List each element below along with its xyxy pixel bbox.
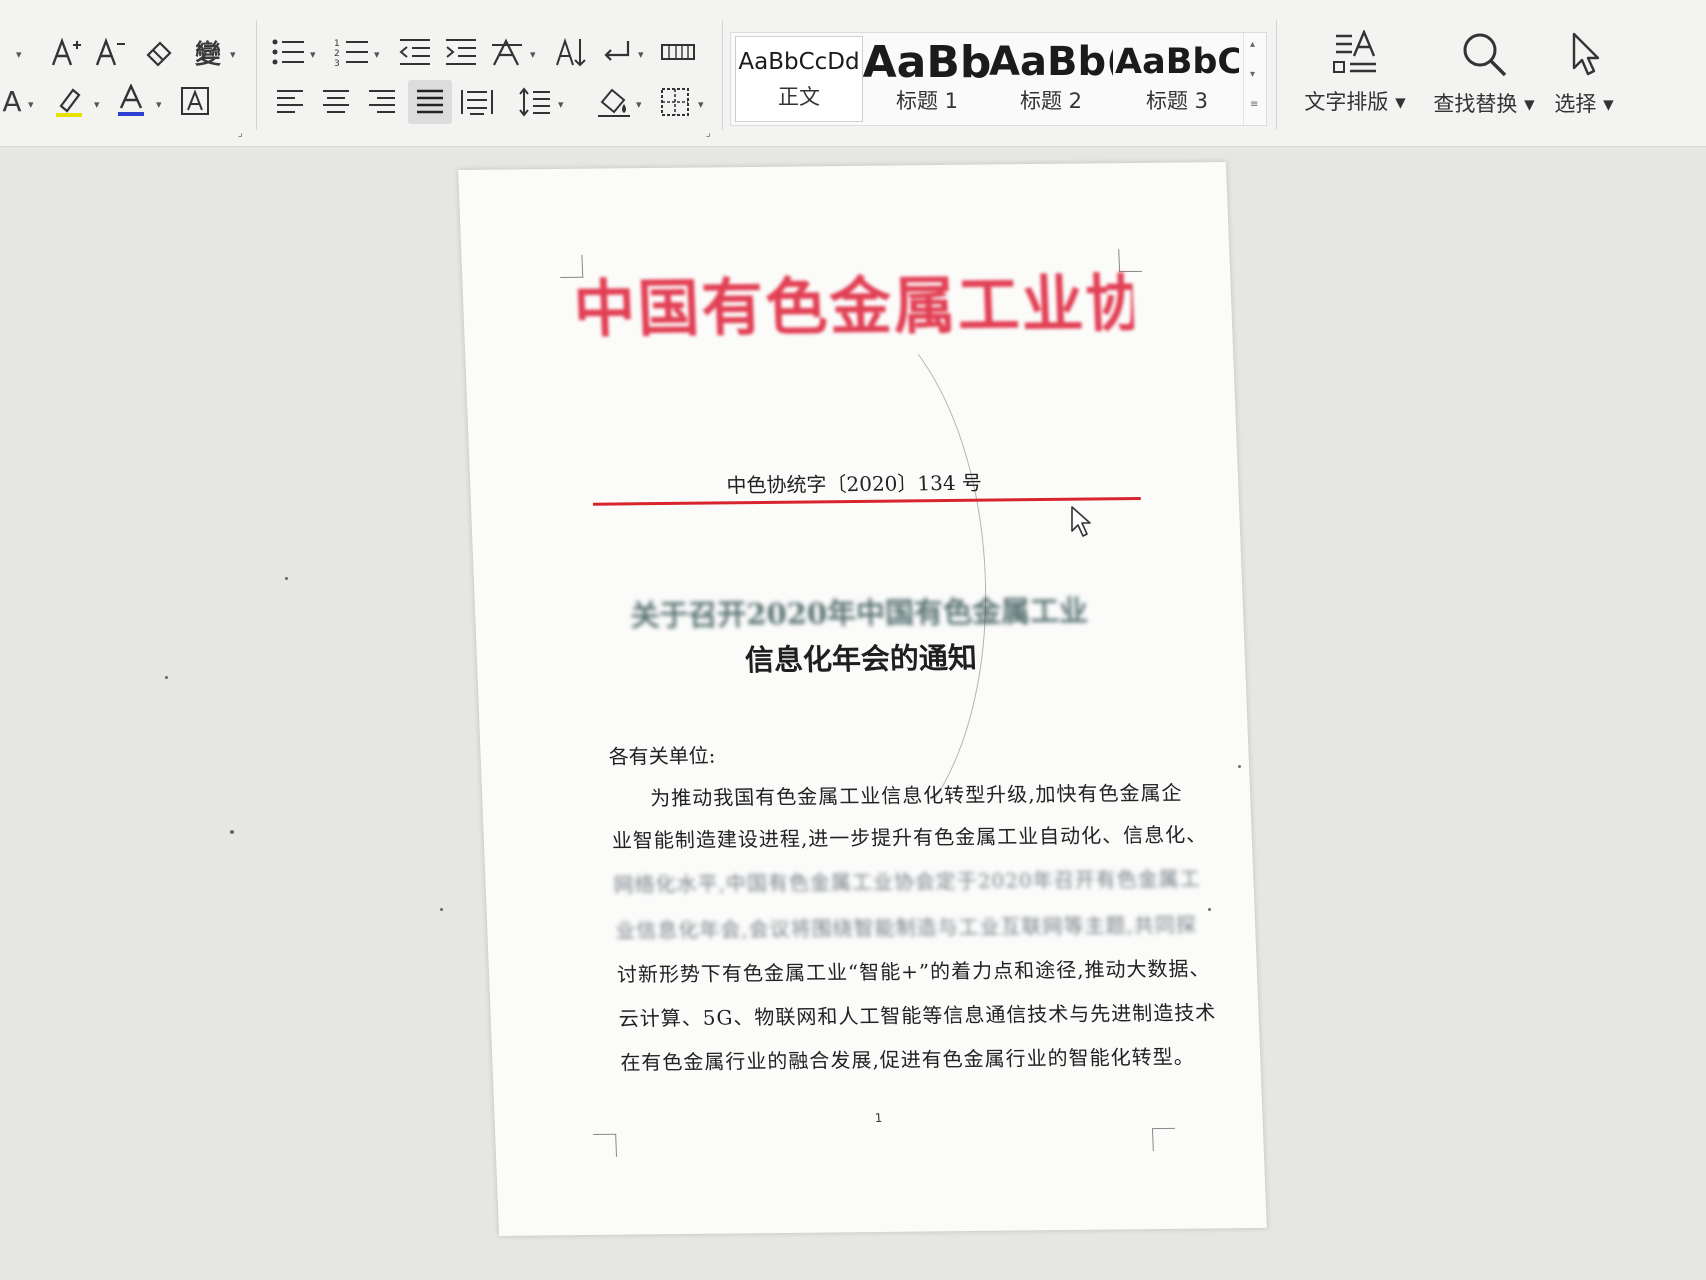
salutation: 各有关单位:: [608, 743, 716, 769]
font-color-dropdown-arrow[interactable]: ▾: [156, 98, 162, 111]
style-heading-2[interactable]: AaBb( 标题 2: [989, 33, 1113, 125]
text-effects-icon[interactable]: A: [0, 84, 24, 118]
screen-speck: [285, 577, 288, 580]
align-center-icon[interactable]: [318, 84, 354, 120]
screen-speck: [1238, 765, 1241, 768]
style-heading-1[interactable]: AaBb 标题 1: [862, 33, 992, 125]
body-line-obscured: 网络化水平,中国有色金属工业协会定于2020年召开有色金属工: [613, 866, 1202, 897]
style-heading-3[interactable]: AaBbC( 标题 3: [1113, 33, 1241, 125]
shading-icon[interactable]: [594, 84, 634, 120]
styles-gallery-scroll[interactable]: ▴ ▾ ≡: [1243, 33, 1266, 125]
text-layout-button[interactable]: 文字排版 ▾: [1290, 30, 1420, 116]
character-spacing-icon[interactable]: [658, 36, 698, 68]
body-line: 为推动我国有色金属工业信息化转型升级,加快有色金属企: [649, 780, 1183, 811]
text-layout-icon: [1333, 30, 1376, 73]
scroll-up-icon[interactable]: ▴: [1250, 39, 1255, 50]
screen-speck: [165, 676, 168, 679]
style-label: 标题 3: [1145, 89, 1209, 113]
style-sample: AaBb(: [989, 39, 1113, 85]
scroll-down-icon[interactable]: ▾: [1250, 69, 1255, 80]
group-separator: [722, 20, 723, 130]
style-label: 正文: [778, 85, 820, 109]
pointer-icon: [1572, 32, 1600, 76]
chinese-layout-icon[interactable]: [488, 34, 528, 70]
document-number: 中色协统字〔2020〕134 号: [726, 470, 983, 498]
numbering-dropdown-arrow[interactable]: ▾: [374, 48, 380, 61]
borders-dropdown-arrow[interactable]: ▾: [698, 98, 704, 111]
sort-icon[interactable]: [552, 34, 590, 70]
line-spacing-dropdown-arrow[interactable]: ▾: [558, 98, 564, 111]
clear-format-icon[interactable]: [142, 36, 176, 70]
increase-indent-icon[interactable]: [442, 34, 480, 70]
select-label: 选择: [1554, 92, 1597, 116]
text-effects-dropdown-arrow[interactable]: ▾: [28, 98, 34, 111]
distributed-align-icon[interactable]: [458, 84, 496, 120]
align-right-icon[interactable]: [364, 84, 400, 120]
bullets-dropdown-arrow[interactable]: ▾: [310, 48, 316, 61]
screen-speck: [230, 830, 234, 834]
body-line: 业智能制造建设进程,进一步提升有色金属工业自动化、信息化、: [611, 822, 1208, 853]
chinese-layout-dropdown-arrow[interactable]: ▾: [530, 48, 536, 61]
body-line-obscured: 业信息化年会,会议将围绕智能制造与工业互联网等主题,共同探: [614, 912, 1198, 943]
screen-speck: [1208, 908, 1211, 911]
svg-text:2: 2: [334, 49, 340, 59]
grow-font-icon[interactable]: [48, 34, 84, 70]
justify-icon[interactable]: [408, 80, 452, 124]
ribbon-toolbar: ▾ 變 ▾ A ▾ ▾ ▾ ⌟ ▾ 123 ▾ ▾ ▾ ▾ ▾ ▾ ⌟ AaBb…: [0, 0, 1706, 147]
phonetic-dropdown-arrow[interactable]: ▾: [230, 48, 236, 61]
more-styles-icon[interactable]: ≡: [1250, 99, 1258, 110]
find-replace-button[interactable]: 查找替换 ▾: [1428, 30, 1540, 118]
body-line: 云计算、5G、物联网和人工智能等信息通信技术与先进制造技术: [618, 1000, 1217, 1031]
character-border-icon[interactable]: [178, 84, 212, 118]
style-sample: AaBbC(: [1115, 42, 1239, 82]
styles-gallery: AaBbCcDd 正文 AaBb 标题 1 AaBb( 标题 2 AaBbC( …: [730, 32, 1267, 126]
title-line-2: 信息化年会的通知: [744, 640, 978, 678]
phonetic-guide-icon[interactable]: 變: [188, 34, 228, 70]
svg-text:3: 3: [334, 59, 340, 67]
text-layout-label: 文字排版: [1304, 90, 1389, 114]
style-sample: AaBb: [862, 37, 992, 88]
font-dialog-launcher[interactable]: ⌟: [238, 128, 243, 139]
line-spacing-icon[interactable]: [516, 84, 554, 120]
style-normal[interactable]: AaBbCcDd 正文: [735, 36, 863, 122]
numbering-icon[interactable]: 123: [332, 34, 372, 70]
crop-mark: [593, 1133, 618, 1157]
body-line: 在有色金属行业的融合发展,促进有色金属行业的智能化转型。: [619, 1044, 1196, 1075]
font-size-dropdown-arrow[interactable]: ▾: [16, 48, 22, 61]
font-color-icon[interactable]: [114, 82, 148, 120]
crop-mark: [1151, 1127, 1176, 1152]
highlight-dropdown-arrow[interactable]: ▾: [94, 98, 100, 111]
mouse-pointer-icon: [1070, 505, 1094, 543]
align-left-icon[interactable]: [272, 84, 308, 120]
group-separator: [256, 20, 257, 130]
search-icon: [1463, 33, 1507, 77]
paragraph-dialog-launcher[interactable]: ⌟: [706, 128, 711, 139]
show-marks-icon[interactable]: [598, 34, 636, 70]
style-label: 标题 2: [1019, 89, 1083, 113]
find-replace-label: 查找替换: [1433, 92, 1518, 116]
title-line-1-obscured: 关于召开2020年中国有色金属工业: [629, 593, 1089, 633]
page-number: 1: [874, 1110, 883, 1125]
show-marks-dropdown-arrow[interactable]: ▾: [638, 48, 644, 61]
decrease-indent-icon[interactable]: [396, 34, 434, 70]
document-page[interactable]: 中国有色金属工业协会文件 中色协统字〔2020〕134 号 关于召开2020年中…: [458, 161, 1267, 1236]
highlight-pen-icon[interactable]: [50, 82, 90, 120]
shrink-font-icon[interactable]: [92, 34, 128, 70]
svg-text:1: 1: [334, 39, 340, 49]
body-line: 讨新形势下有色金属工业“智能+”的着力点和途径,推动大数据、: [616, 956, 1211, 987]
style-sample: AaBbCcDd: [738, 49, 860, 75]
screen-speck: [440, 908, 443, 911]
select-button[interactable]: 选择 ▾: [1548, 30, 1620, 118]
seal-arc: [673, 294, 997, 860]
borders-icon[interactable]: [656, 84, 694, 120]
style-label: 标题 1: [895, 89, 959, 113]
group-separator: [1276, 20, 1277, 130]
shading-dropdown-arrow[interactable]: ▾: [636, 98, 642, 111]
bullets-icon[interactable]: [268, 34, 308, 70]
